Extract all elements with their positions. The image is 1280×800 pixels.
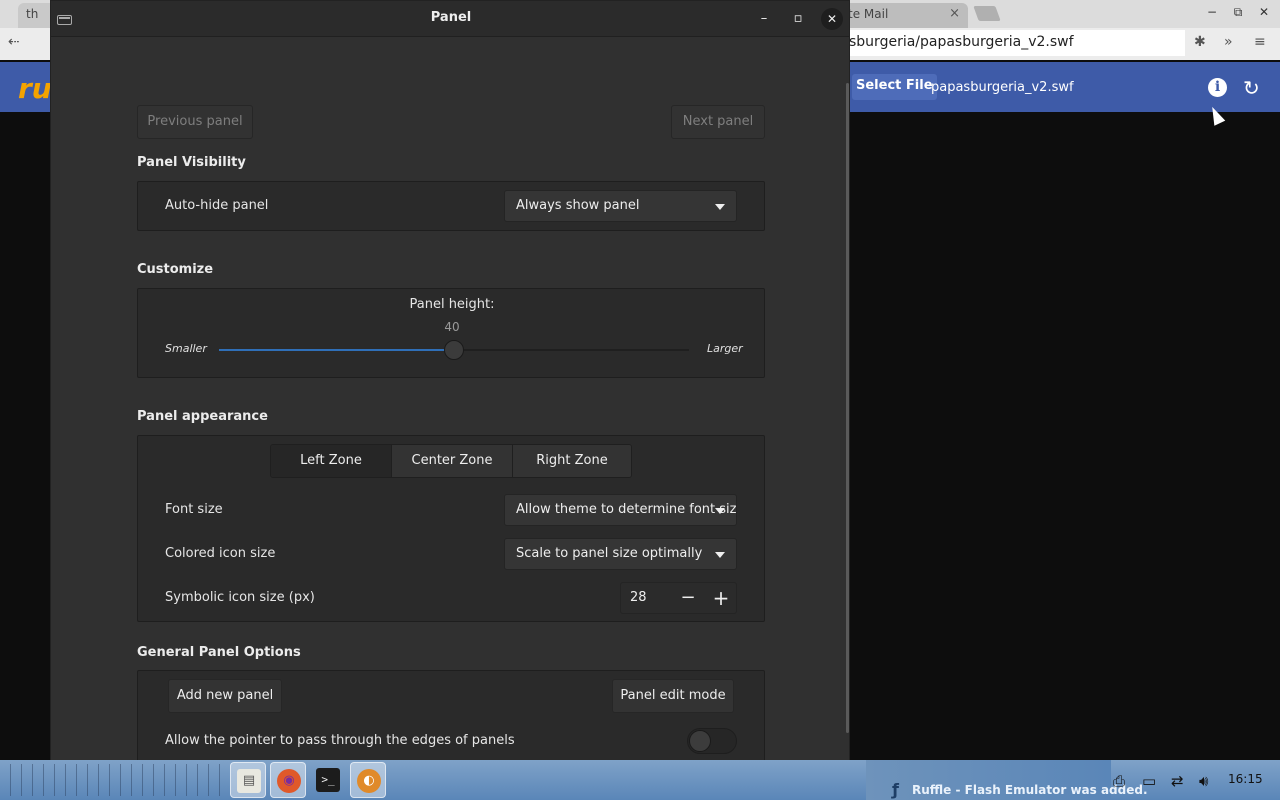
panel-height-value: 40 [444,320,460,334]
tab-close-icon[interactable]: × [949,6,960,21]
dialog-scrollbar[interactable] [846,83,849,733]
decrement-button[interactable]: − [675,586,701,610]
customize-frame: Panel height: 40 Smaller Larger [137,288,765,378]
taskbar-terminal[interactable]: >_ [310,762,346,798]
switch-knob [689,730,711,752]
zone-tab-center-zone[interactable]: Center Zone [392,445,513,477]
dialog-title: Panel [430,10,472,25]
panel-height-slider[interactable] [219,340,689,360]
increment-button[interactable]: + [708,586,734,610]
network-icon[interactable]: ⇄ [1171,772,1184,790]
general-options-frame: Add new panel Panel edit mode Allow the … [137,670,765,761]
select-file-button[interactable]: Select File [852,74,937,100]
back-icon[interactable]: ⇠ [8,34,20,50]
volume-icon[interactable]: 🔊︎ [1199,772,1208,790]
symbolic-icon-size-label: Symbolic icon size (px) [165,590,315,605]
symbolic-icon-size-value[interactable]: 28 [630,590,647,605]
general-options-heading: General Panel Options [137,645,301,660]
panel-appearance-heading: Panel appearance [137,409,268,424]
zone-tabs: Left Zone Center Zone Right Zone [270,444,632,478]
taskbar-file-manager[interactable]: ▤ [230,762,266,798]
panel-visibility-heading: Panel Visibility [137,155,246,170]
cinnamon-settings-icon: ◐ [357,769,381,793]
slider-knob[interactable] [444,340,464,360]
add-new-panel-button[interactable]: Add new panel [168,679,282,713]
ruffle-icon: ƒ [892,780,899,799]
browser-restore-button[interactable]: ⧉ [1228,4,1248,22]
panel-launcher-area [0,764,225,796]
autohide-label: Auto-hide panel [165,198,269,213]
slider-min-label: Smaller [165,342,207,355]
browser-close-button[interactable]: ✕ [1254,4,1274,22]
autohide-select[interactable]: Always show panel [504,190,737,222]
pointer-pass-through-switch[interactable] [687,728,737,754]
notification-banner[interactable]: ƒ Ruffle - Flash Emulator was added. [866,760,1148,800]
url-bar[interactable]: sburgeria/papasburgeria_v2.swf [845,30,1185,56]
taskbar-firefox[interactable]: ◉ [270,762,306,798]
font-size-value: Allow theme to determine font size [516,502,737,517]
zone-tab-left-zone[interactable]: Left Zone [271,445,392,477]
customize-heading: Customize [137,262,214,277]
slider-fill [219,349,454,351]
panel-appearance-frame: Left Zone Center Zone Right Zone Font size… [137,435,765,622]
colored-icon-size-label: Colored icon size [165,546,276,561]
panel-settings-dialog: Panel – ▫ ✕ Previous panel Next panel Pa… [50,0,850,762]
colored-icon-size-select[interactable]: Scale to panel size optimally [504,538,737,570]
panel-edit-mode-button[interactable]: Panel edit mode [612,679,734,713]
next-panel-button[interactable]: Next panel [671,105,765,139]
previous-panel-button[interactable]: Previous panel [137,105,253,139]
reload-icon[interactable]: ↻ [1243,76,1260,100]
menu-icon[interactable]: ≡ [1254,34,1266,50]
pointer-pass-through-label: Allow the pointer to pass through the ed… [165,733,515,748]
symbolic-icon-size-stepper[interactable]: 28 − + [620,582,737,614]
browser-tab-mail-label: te Mail [848,7,889,21]
slider-max-label: Larger [707,342,743,355]
autohide-value: Always show panel [516,198,640,213]
taskbar: ▤ ◉ >_ ◐ ƒ Ruffle - Flash Emulator was a… [0,760,1280,800]
browser-tab-mail[interactable]: te Mail × [840,3,968,28]
browser-minimize-button[interactable]: − [1202,4,1222,22]
font-size-label: Font size [165,502,223,517]
display-icon[interactable]: ▭ [1142,772,1156,790]
printer-icon[interactable]: ⎙ [1113,772,1125,790]
ruffle-filename: papasburgeria_v2.swf [931,80,1074,95]
terminal-icon: >_ [316,768,340,792]
panel-visibility-frame: Auto-hide panel Always show panel [137,181,765,231]
panel-height-label: Panel height: [409,297,495,312]
taskbar-settings[interactable]: ◐ [350,762,386,798]
minimize-button[interactable]: – [753,8,775,30]
puzzle-icon[interactable]: ✱ [1194,34,1206,50]
new-tab-button[interactable] [973,6,1001,21]
info-icon[interactable]: i [1208,78,1227,97]
zone-tab-right-zone[interactable]: Right Zone [513,445,631,477]
dropdown-arrow-icon [715,204,725,210]
dialog-titlebar[interactable]: Panel – ▫ ✕ [51,1,849,37]
dropdown-arrow-icon [715,508,725,514]
browser-tab-left-label: th [26,7,39,21]
firefox-icon: ◉ [277,769,301,793]
clock[interactable]: 16:15 [1228,772,1263,786]
colored-icon-size-value: Scale to panel size optimally [516,546,703,561]
maximize-button[interactable]: ▫ [787,8,809,30]
file-manager-icon: ▤ [237,769,261,793]
dropdown-arrow-icon [715,552,725,558]
ruffle-logo: ru [18,72,52,105]
font-size-select[interactable]: Allow theme to determine font size [504,494,737,526]
close-button[interactable]: ✕ [821,8,843,30]
overflow-icon[interactable]: » [1224,34,1233,50]
